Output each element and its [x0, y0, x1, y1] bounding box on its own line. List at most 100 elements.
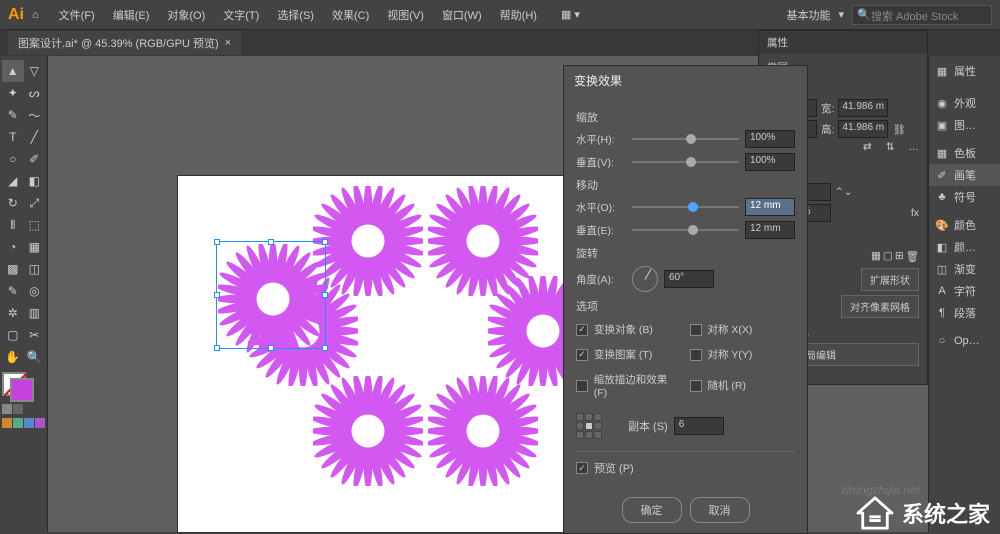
height-input[interactable]: 41.986 m [838, 120, 888, 138]
angle-input[interactable]: 60° [664, 270, 714, 288]
workspace-label[interactable]: 基本功能 [786, 7, 830, 23]
align-icon-3[interactable]: ⊞ [895, 250, 904, 262]
eraser-tool[interactable]: ◧ [24, 170, 46, 192]
stroke-stepper-icon[interactable]: ⌃⌄ [835, 186, 853, 198]
properties-tab[interactable]: 属性 [759, 31, 927, 54]
width-input[interactable]: 41.986 m [838, 99, 888, 117]
menu-select[interactable]: 选择(S) [269, 3, 322, 27]
workspace-chevron-icon[interactable]: ▾ [838, 8, 844, 21]
cb-transform-patterns[interactable]: ✓ [576, 349, 588, 361]
flower[interactable] [428, 376, 538, 486]
draw-normal[interactable] [2, 404, 12, 414]
paintbrush-tool[interactable]: ✐ [24, 148, 46, 170]
scale-v-slider[interactable] [632, 161, 739, 163]
shape-builder-tool[interactable]: ◔ [2, 236, 24, 258]
shaper-tool[interactable]: ◢ [2, 170, 24, 192]
panel-symbols[interactable]: ♣符号 [929, 186, 1000, 208]
artboard-tool[interactable]: ▢ [2, 324, 24, 346]
zoom-tool[interactable]: 🔍 [24, 346, 46, 368]
pen-tool[interactable]: ✎ [2, 104, 24, 126]
free-transform-tool[interactable]: ⬚ [24, 214, 46, 236]
cancel-button[interactable]: 取消 [690, 497, 750, 523]
flip-v-icon[interactable]: ⇅ [886, 141, 895, 153]
ellipse-tool[interactable]: ○ [2, 148, 24, 170]
mesh-tool[interactable]: ▩ [2, 258, 24, 280]
menu-object[interactable]: 对象(O) [159, 3, 213, 27]
trash-icon[interactable]: 🗑 [906, 250, 919, 263]
resize-handle[interactable] [268, 239, 274, 245]
hand-tool[interactable]: ✋ [2, 346, 24, 368]
cm4[interactable] [35, 418, 45, 428]
scale-v-input[interactable]: 100% [745, 153, 795, 171]
resize-handle[interactable] [214, 239, 220, 245]
cb-preview[interactable]: ✓ [576, 462, 588, 474]
menu-file[interactable]: 文件(F) [51, 3, 103, 27]
move-v-input[interactable]: 12 mm [745, 221, 795, 239]
menu-window[interactable]: 窗口(W) [434, 3, 490, 27]
cb-scale-strokes[interactable] [576, 380, 588, 392]
menu-effect[interactable]: 效果(C) [324, 3, 377, 27]
line-tool[interactable]: ╱ [24, 126, 46, 148]
graph-tool[interactable]: ▥ [24, 302, 46, 324]
copies-input[interactable]: 6 [674, 417, 724, 435]
gradient-tool[interactable]: ◫ [24, 258, 46, 280]
resize-handle[interactable] [322, 292, 328, 298]
resize-handle[interactable] [322, 345, 328, 351]
draw-behind[interactable] [13, 404, 23, 414]
blend-tool[interactable]: ◎ [24, 280, 46, 302]
expand-shape-button[interactable]: 扩展形状 [861, 268, 919, 291]
panel-brushes[interactable]: ✐画笔 [929, 164, 1000, 186]
panel-color-guide[interactable]: ◧颜… [929, 236, 1000, 258]
link-icon[interactable]: ⛓ [892, 123, 905, 136]
cb-reflect-y[interactable] [690, 349, 702, 361]
arrange-icon[interactable]: ▦ ▾ [553, 4, 588, 25]
angle-dial[interactable] [632, 266, 658, 292]
anchor-point-grid[interactable] [576, 413, 602, 439]
flower[interactable] [313, 376, 423, 486]
menu-view[interactable]: 视图(V) [379, 3, 432, 27]
width-tool[interactable]: ⫴ [2, 214, 24, 236]
selection-tool[interactable]: ▲ [2, 60, 24, 82]
more-icon[interactable]: … [909, 141, 920, 153]
flower[interactable] [313, 186, 423, 296]
menu-edit[interactable]: 编辑(E) [105, 3, 158, 27]
menu-help[interactable]: 帮助(H) [492, 3, 545, 27]
panel-appearance[interactable]: ◉外观 [929, 92, 1000, 114]
panel-swatches[interactable]: ▦色板 [929, 142, 1000, 164]
resize-handle[interactable] [214, 292, 220, 298]
fill-stroke-swatch[interactable] [2, 372, 42, 402]
menu-type[interactable]: 文字(T) [215, 3, 267, 27]
scale-h-input[interactable]: 100% [745, 130, 795, 148]
stroke-color[interactable] [10, 378, 34, 402]
lasso-tool[interactable]: ᔕ [24, 82, 46, 104]
search-input[interactable]: 🔍 搜索 Adobe Stock [852, 5, 992, 25]
type-tool[interactable]: T [2, 126, 24, 148]
home-icon[interactable]: ⌂ [32, 9, 39, 21]
slice-tool[interactable]: ✂ [24, 324, 46, 346]
perspective-tool[interactable]: ▦ [24, 236, 46, 258]
move-v-slider[interactable] [632, 229, 739, 231]
scale-tool[interactable]: ⤢ [24, 192, 46, 214]
flower[interactable] [428, 186, 538, 296]
resize-handle[interactable] [268, 345, 274, 351]
flip-h-icon[interactable]: ⇄ [863, 141, 872, 153]
panel-properties[interactable]: ▦属性 [929, 60, 1000, 82]
panel-color[interactable]: 🎨颜色 [929, 214, 1000, 236]
cb-random[interactable] [690, 380, 702, 392]
cm2[interactable] [13, 418, 23, 428]
panel-op[interactable]: ○Op… [929, 330, 1000, 352]
align-icon-1[interactable]: ▦ [871, 250, 881, 262]
magic-wand-tool[interactable]: ✦ [2, 82, 24, 104]
align-pixel-button[interactable]: 对齐像素网格 [841, 295, 919, 318]
fx-icon[interactable]: fx [911, 207, 919, 219]
document-tab[interactable]: 图案设计.ai* @ 45.39% (RGB/GPU 预览) × [8, 31, 241, 55]
rotate-tool[interactable]: ↻ [2, 192, 24, 214]
cm3[interactable] [24, 418, 34, 428]
align-icon-2[interactable]: ▢ [883, 250, 893, 262]
draw-inside[interactable] [24, 404, 34, 414]
close-tab-icon[interactable]: × [225, 37, 231, 49]
direct-selection-tool[interactable]: ▽ [24, 60, 46, 82]
symbol-tool[interactable]: ✲ [2, 302, 24, 324]
cm1[interactable] [2, 418, 12, 428]
scale-h-slider[interactable] [632, 138, 739, 140]
